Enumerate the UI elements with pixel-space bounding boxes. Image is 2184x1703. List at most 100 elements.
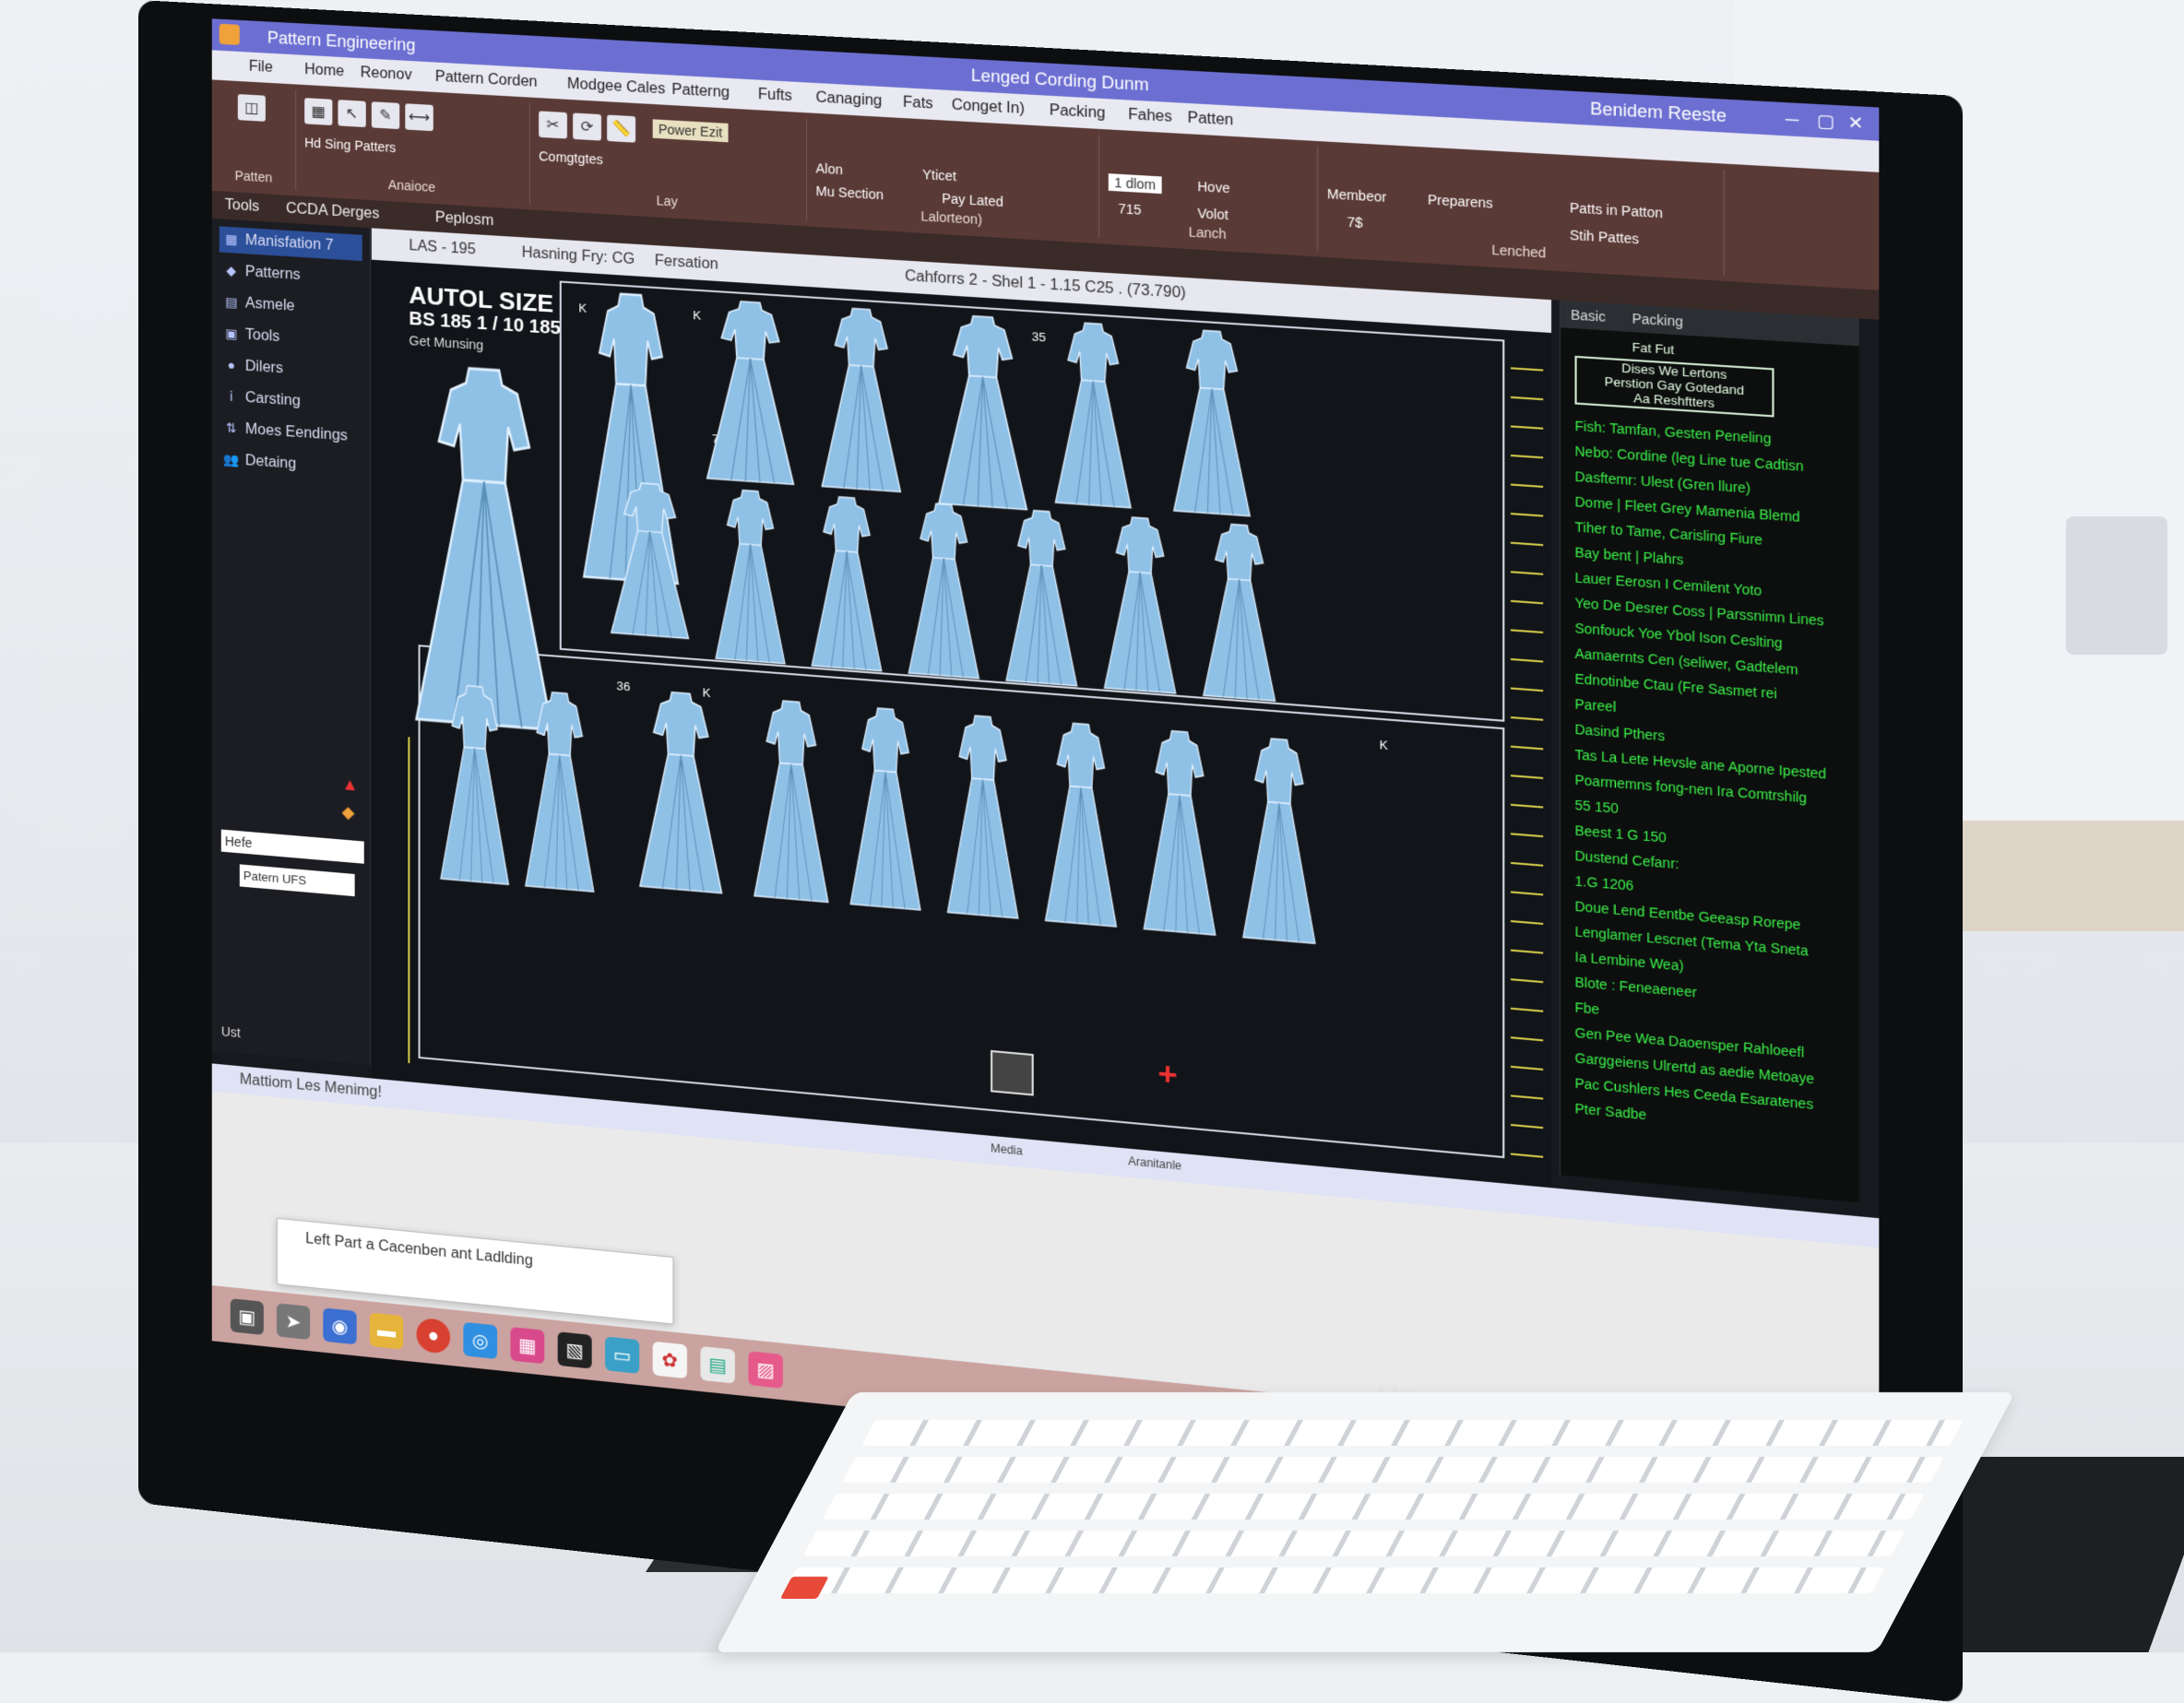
menu-fats[interactable]: Fats: [903, 94, 933, 112]
sidebar-item-carsting[interactable]: ⅰ Carsting: [220, 384, 362, 420]
ribbon-stih-pattes[interactable]: Stih Pattes: [1570, 227, 1639, 246]
camera-icon[interactable]: ◉: [323, 1307, 357, 1345]
menu-patterng[interactable]: Patterng: [671, 82, 730, 102]
ribbon-1-dlom[interactable]: 1 dlom: [1108, 173, 1162, 195]
subbar-tools[interactable]: Tools: [225, 197, 259, 216]
menu-canaging[interactable]: Canaging: [815, 89, 882, 110]
ribbon-group-lanch: 1 dlom 715 Hove Volot Lanch: [1098, 135, 1319, 252]
sidebar-input[interactable]: Hefe: [220, 829, 364, 864]
app-logo-icon: [219, 23, 240, 45]
menu-patten[interactable]: Patten: [1188, 110, 1234, 129]
sidebar-item-label: Moes Eendings: [244, 420, 348, 444]
tab-packing[interactable]: Packing: [1632, 311, 1683, 329]
sidebar-item-asmele[interactable]: ▤ Asmele: [220, 290, 362, 325]
close-icon[interactable]: ✕: [1847, 112, 1863, 134]
arrow-up-icon[interactable]: ▲: [341, 775, 358, 796]
ribbon-preparens[interactable]: Preparens: [1428, 192, 1493, 211]
ribbon-mu-section[interactable]: Mu Section: [815, 183, 883, 203]
pen-icon[interactable]: ✎: [371, 101, 400, 130]
table-icon[interactable]: ▦: [304, 98, 333, 126]
media-thumb-icon[interactable]: [991, 1049, 1034, 1096]
panel-line: Blote : Feneaeneer: [1574, 974, 1697, 1000]
menu-fahes[interactable]: Fahes: [1128, 107, 1172, 126]
apps-icon[interactable]: ▦: [510, 1327, 545, 1365]
folder-icon[interactable]: ▬: [369, 1312, 404, 1350]
escape-key[interactable]: [779, 1577, 829, 1599]
ribbon-hove[interactable]: Hove: [1197, 179, 1229, 196]
sidebar-item-patterns[interactable]: ◆ Patterns: [220, 257, 362, 292]
menu-packing[interactable]: Packing: [1050, 102, 1106, 123]
doc-tab-fersation[interactable]: Fersation: [655, 253, 718, 274]
sidebar-item-dilers[interactable]: ● Dilers: [220, 352, 362, 387]
add-icon[interactable]: +: [1157, 1056, 1177, 1094]
ribbon-patts-in-patton[interactable]: Patts in Patton: [1570, 200, 1663, 221]
ribbon-countigtes[interactable]: Comgtgtes: [539, 148, 603, 167]
panel-info-box: Dises We Lertons Perstion Gay Gotedand A…: [1574, 355, 1774, 418]
photo-icon[interactable]: ▧: [557, 1331, 592, 1369]
menu-modgee-cales[interactable]: Modgee Cales: [567, 76, 665, 98]
ribbon-group-label: Anaioce: [387, 176, 436, 195]
sidebar-item-label: Dilers: [244, 358, 283, 377]
window-center-title: Lenged Cording Dunm: [970, 65, 1149, 95]
sidebar-select[interactable]: Patern UFS: [239, 864, 355, 897]
chrome-icon[interactable]: ●: [416, 1317, 451, 1354]
ruler-icon[interactable]: 📏: [607, 114, 636, 143]
panel-line: Sonfouck Yoe Ybol Ison Ceslting: [1574, 620, 1783, 651]
sidebar-item-detaing[interactable]: 👥 Detaing: [220, 446, 362, 482]
scissors-icon[interactable]: ✂: [539, 111, 567, 139]
save-icon[interactable]: ▣: [230, 1298, 264, 1335]
menu-reonov[interactable]: Reonov: [361, 65, 412, 84]
layers-icon: ▤: [225, 293, 238, 310]
settings-icon[interactable]: ✿: [652, 1341, 687, 1379]
arrow-down-icon[interactable]: ◆: [341, 802, 354, 822]
panel-line: Ednotinbe Ctau (Fre Sasmet rei: [1574, 670, 1777, 702]
menu-pattern-corden[interactable]: Pattern Corden: [435, 69, 538, 91]
ribbon-group-lalorteon: Alon Yticet Mu Section Pay Lated Lalorte…: [806, 118, 1100, 239]
ribbon-power-ezit[interactable]: Power Ezit: [652, 119, 729, 143]
vertical-ruler[interactable]: [1510, 339, 1544, 1177]
keyboard-row: [783, 1567, 1885, 1593]
pattern-canvas[interactable]: AUTOL SIZE BS 185 1 / 10 185 Get Munsing…: [371, 259, 1552, 1189]
dress-main: [415, 363, 554, 732]
pattern-tool-icon[interactable]: ◫: [237, 94, 266, 122]
screen-icon[interactable]: ▭: [605, 1336, 640, 1374]
menu-file[interactable]: File: [249, 59, 273, 77]
info-icon: ⅰ: [229, 388, 233, 404]
ribbon-alon[interactable]: Alon: [815, 160, 842, 177]
panel-line: 1.G 1206: [1574, 872, 1634, 893]
ribbon-membeor[interactable]: Membeor: [1327, 186, 1386, 205]
measure-icon[interactable]: ⟷: [405, 103, 433, 132]
ribbon-7: 7$: [1347, 214, 1363, 231]
ribbon-yticet[interactable]: Yticet: [922, 167, 956, 184]
ribbon-hold-sing-patters[interactable]: Hd Sing Patters: [304, 135, 396, 155]
minimize-icon[interactable]: ─: [1786, 110, 1798, 131]
sidebar-item-moes-eendings[interactable]: ⇅ Moes Eendings: [220, 415, 362, 451]
ribbon-pay-lated[interactable]: Pay Lated: [942, 191, 1003, 209]
cursor-icon[interactable]: ↖: [338, 100, 366, 128]
doc-tab-hasning[interactable]: Hasning Fry: CG: [522, 244, 635, 268]
ribbon-group-patten: ◫ Patten: [211, 85, 297, 191]
dress-illustrations: [372, 290, 1316, 1184]
board-icon[interactable]: ▤: [700, 1345, 735, 1384]
tab-ccda-derges[interactable]: CCDA Derges: [286, 201, 379, 223]
menu-fufts[interactable]: Fufts: [758, 87, 792, 105]
safari-icon[interactable]: ◎: [463, 1321, 498, 1360]
doc-tab-las[interactable]: LAS - 195: [409, 238, 475, 259]
ribbon-volet[interactable]: Volot: [1197, 206, 1228, 223]
maximize-icon[interactable]: ▢: [1817, 111, 1834, 132]
sidebar-item-manisfation[interactable]: ▦ Manisfation 7: [219, 226, 362, 262]
rotate-icon[interactable]: ⟳: [573, 112, 601, 141]
menu-conget[interactable]: Conget In): [952, 97, 1025, 118]
panel-line: Lauer Eerosn I Cemilent Yoto: [1574, 569, 1763, 599]
tab-peplosm[interactable]: Peplosm: [435, 209, 493, 230]
popup-text: Left Part a Cacenben ant Ladlding: [305, 1230, 533, 1270]
image-icon[interactable]: ▨: [748, 1351, 783, 1389]
keyboard[interactable]: [715, 1392, 2015, 1652]
screen: Pattern Engineering Lenged Cording Dunm …: [211, 18, 1880, 1514]
send-icon[interactable]: ➤: [276, 1303, 311, 1341]
panel-line: Beest 1 G 150: [1574, 822, 1667, 846]
panel-line: Bay bent | Plahrs: [1574, 544, 1684, 568]
menu-home[interactable]: Home: [304, 62, 344, 80]
sidebar-item-tools[interactable]: ▣ Tools: [220, 321, 362, 356]
tab-basic[interactable]: Basic: [1571, 307, 1606, 325]
